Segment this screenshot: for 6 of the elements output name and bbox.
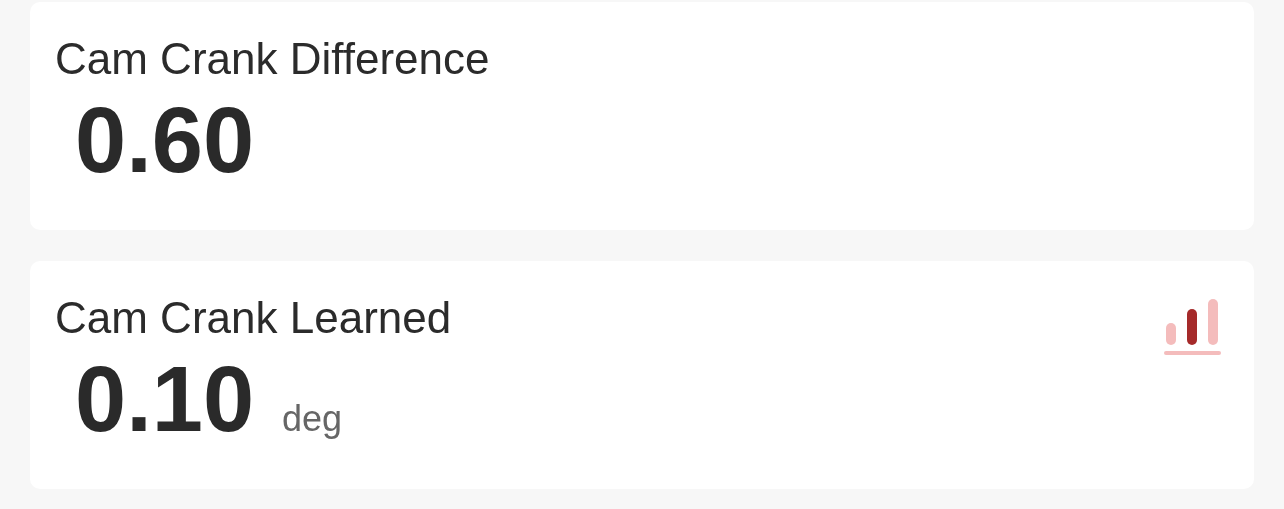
metric-title: Cam Crank Learned [55, 292, 452, 344]
metric-value: 0.60 [75, 90, 255, 190]
metric-title: Cam Crank Difference [55, 33, 490, 85]
metric-value: 0.10 [75, 349, 255, 449]
bar-chart-icon[interactable] [1164, 299, 1222, 357]
metric-unit: deg [282, 398, 343, 440]
